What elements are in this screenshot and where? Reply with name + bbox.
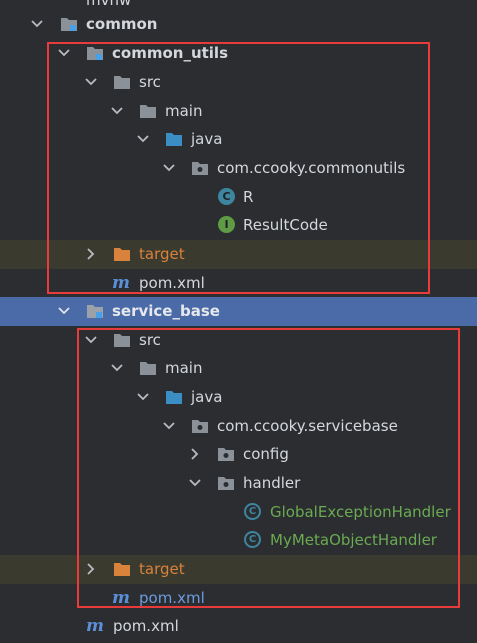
java-label: java — [191, 130, 223, 148]
tree-row-class-mymetaobjecthandler[interactable]: C MyMetaObjectHandler — [0, 526, 477, 555]
common-label: common — [86, 15, 158, 33]
chevron-down-icon[interactable] — [162, 161, 176, 175]
interface-icon: I — [218, 216, 235, 233]
tree-row-package-commonutils[interactable]: com.ccooky.commonutils — [0, 154, 477, 183]
folder-icon — [139, 102, 157, 120]
module-folder-icon — [86, 302, 104, 320]
chevron-down-icon[interactable] — [110, 104, 124, 118]
chevron-down-icon[interactable] — [57, 46, 71, 60]
java-label: java — [191, 388, 223, 406]
tree-row-src[interactable]: src — [0, 326, 477, 355]
main-label: main — [165, 359, 203, 377]
folder-icon — [113, 73, 131, 91]
mymetaobjecthandler-label: MyMetaObjectHandler — [270, 531, 437, 549]
tree-row-target[interactable]: target — [0, 240, 477, 269]
folder-icon — [139, 359, 157, 377]
package-commonutils-label: com.ccooky.commonutils — [217, 159, 406, 177]
tree-row-class-globalexceptionhandler[interactable]: C GlobalExceptionHandler — [0, 498, 477, 527]
chevron-down-icon[interactable] — [188, 476, 202, 490]
source-folder-icon — [165, 388, 183, 406]
folder-icon — [113, 331, 131, 349]
tree-row-common-utils[interactable]: common_utils — [0, 39, 477, 68]
excluded-folder-icon — [113, 245, 131, 263]
excluded-folder-icon — [113, 560, 131, 578]
tree-row-package-handler[interactable]: handler — [0, 469, 477, 498]
package-servicebase-label: com.ccooky.servicebase — [217, 417, 398, 435]
src-label: src — [139, 73, 161, 91]
class-icon: C — [244, 531, 261, 548]
src-label: src — [139, 331, 161, 349]
maven-icon: m — [112, 273, 130, 293]
tree-row-src[interactable]: src — [0, 68, 477, 97]
chevron-down-icon[interactable] — [162, 419, 176, 433]
tree-row-class-r[interactable]: C R — [0, 183, 477, 212]
maven-icon: m — [86, 616, 104, 636]
class-icon: C — [244, 503, 261, 520]
config-label: config — [243, 445, 289, 463]
tree-row-main[interactable]: main — [0, 97, 477, 126]
chevron-down-icon[interactable] — [57, 304, 71, 318]
tree-row-pom[interactable]: m pom.xml — [0, 612, 477, 641]
pom-label: pom.xml — [113, 617, 179, 635]
mvnw-label: mvnw — [86, 0, 132, 9]
chevron-down-icon[interactable] — [30, 17, 44, 31]
chevron-down-icon[interactable] — [84, 333, 98, 347]
tree-row-pom[interactable]: m pom.xml — [0, 584, 477, 613]
chevron-right-icon[interactable] — [84, 247, 98, 261]
target-label: target — [139, 245, 185, 263]
chevron-right-icon[interactable] — [84, 562, 98, 576]
resultcode-label: ResultCode — [243, 216, 328, 234]
main-label: main — [165, 102, 203, 120]
chevron-down-icon[interactable] — [136, 390, 150, 404]
globalexceptionhandler-label: GlobalExceptionHandler — [270, 503, 451, 521]
pom-label: pom.xml — [139, 274, 205, 292]
chevron-right-icon[interactable] — [188, 447, 202, 461]
package-icon — [191, 417, 209, 435]
chevron-down-icon[interactable] — [110, 361, 124, 375]
chevron-down-icon[interactable] — [136, 132, 150, 146]
class-icon: C — [218, 188, 235, 205]
tree-row-main[interactable]: main — [0, 354, 477, 383]
module-folder-icon — [60, 15, 78, 33]
tree-row-pom[interactable]: m pom.xml — [0, 269, 477, 298]
tree-row-common[interactable]: common — [0, 10, 477, 39]
common-utils-label: common_utils — [112, 44, 229, 62]
tree-row-target[interactable]: target — [0, 555, 477, 584]
tree-row-interface-resultcode[interactable]: I ResultCode — [0, 211, 477, 240]
target-label: target — [139, 560, 185, 578]
package-icon — [191, 159, 209, 177]
project-tree: mvnw common common_utils src main java c… — [0, 0, 477, 643]
class-r-label: R — [243, 188, 254, 206]
source-folder-icon — [165, 130, 183, 148]
chevron-down-icon[interactable] — [84, 75, 98, 89]
tree-row-package-servicebase[interactable]: com.ccooky.servicebase — [0, 412, 477, 441]
handler-label: handler — [243, 474, 301, 492]
tree-row-java[interactable]: java — [0, 125, 477, 154]
pom-label: pom.xml — [139, 589, 205, 607]
package-icon — [217, 445, 235, 463]
tree-row-java[interactable]: java — [0, 383, 477, 412]
maven-icon: m — [112, 588, 130, 608]
module-folder-icon — [86, 44, 104, 62]
service-base-label: service_base — [112, 302, 220, 320]
package-icon — [217, 474, 235, 492]
tree-row-service-base[interactable]: service_base — [0, 297, 477, 326]
tree-row-package-config[interactable]: config — [0, 440, 477, 469]
